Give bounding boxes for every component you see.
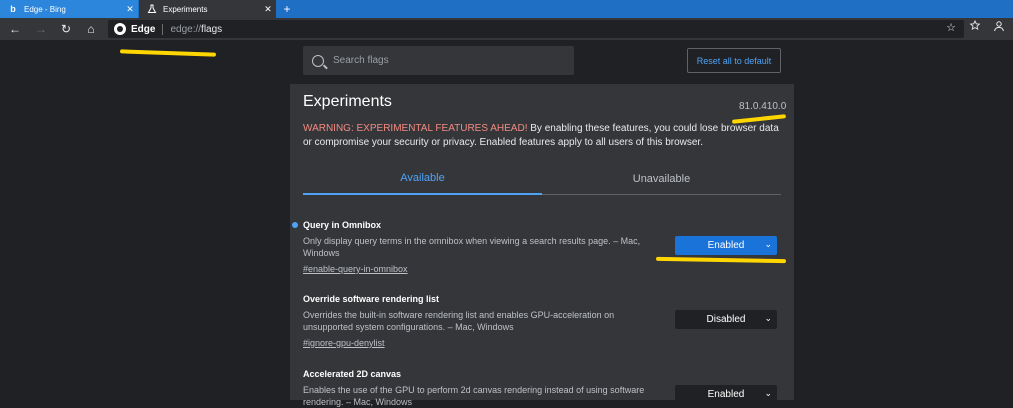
url-text[interactable]: edge://flags [170,24,222,35]
edge-logo-icon [114,23,126,35]
flag-item: Query in Omnibox Only display query term… [292,220,781,277]
flag-anchor-link[interactable]: #enable-query-in-omnibox [303,264,408,274]
favorites-icon[interactable] [966,19,984,38]
flag-state-select[interactable]: Disabled ⌄ [675,310,777,329]
flag-title: Override software rendering list [303,294,440,304]
back-icon[interactable]: ← [6,20,24,38]
new-tab-button[interactable]: + [280,0,294,18]
flag-description: Overrides the built-in software renderin… [303,310,615,332]
flag-description: Only display query terms in the omnibox … [303,236,641,258]
flask-icon [147,4,157,14]
flag-item: Override software rendering list Overrid… [303,294,781,351]
select-value: Enabled [707,240,745,251]
site-label: Edge [131,23,156,35]
search-icon [312,54,324,67]
search-input[interactable] [333,55,574,66]
tab-experiments[interactable]: Experiments ✕ [139,0,276,18]
tab-available[interactable]: Available [303,163,542,195]
tab-strip: b Edge - Bing ✕ Experiments ✕ + [0,0,1013,18]
reset-all-button[interactable]: Reset all to default [687,48,781,73]
version-label: 81.0.410.0 [739,101,787,112]
chevron-down-icon: ⌄ [764,313,772,323]
page-title: Experiments [303,93,392,110]
flag-item: Accelerated 2D canvas Enables the use of… [303,369,781,408]
select-value: Enabled [707,389,745,400]
tab-edge-bing[interactable]: b Edge - Bing ✕ [0,0,138,18]
bing-logo-icon: b [10,4,16,14]
flag-title: Accelerated 2D canvas [303,369,402,379]
flag-anchor-link[interactable]: #ignore-gpu-denylist [303,338,385,348]
profile-icon[interactable] [990,20,1008,38]
flag-title: Query in Omnibox [303,220,382,230]
modified-indicator-icon [292,222,298,228]
warning-heading: WARNING: EXPERIMENTAL FEATURES AHEAD! [303,123,528,134]
search-box[interactable] [303,46,574,75]
flag-state-select[interactable]: Enabled ⌄ [675,385,777,404]
warning-text: WARNING: EXPERIMENTAL FEATURES AHEAD! By… [303,122,781,150]
favorite-star-icon[interactable]: ☆ [946,21,956,34]
chevron-down-icon: ⌄ [764,388,772,398]
forward-icon[interactable]: → [32,20,50,38]
close-icon[interactable]: ✕ [260,4,276,15]
refresh-icon[interactable]: ↻ [57,20,75,38]
select-value: Disabled [706,314,746,325]
toolbar: ← → ↻ ⌂ Edge edge://flags ☆ [0,18,1013,40]
flag-state-select[interactable]: Enabled ⌄ [675,236,777,255]
close-icon[interactable]: ✕ [122,4,138,15]
flag-description: Enables the use of the GPU to perform 2d… [303,385,645,407]
home-icon[interactable]: ⌂ [82,20,100,38]
separator [162,23,164,35]
tab-title: Experiments [163,4,208,14]
tab-unavailable[interactable]: Unavailable [542,163,781,195]
address-bar[interactable]: Edge edge://flags ☆ [108,20,964,38]
tab-title: Edge - Bing [24,4,66,14]
flag-tabs: Available Unavailable [303,163,781,195]
chevron-down-icon: ⌄ [764,239,772,249]
